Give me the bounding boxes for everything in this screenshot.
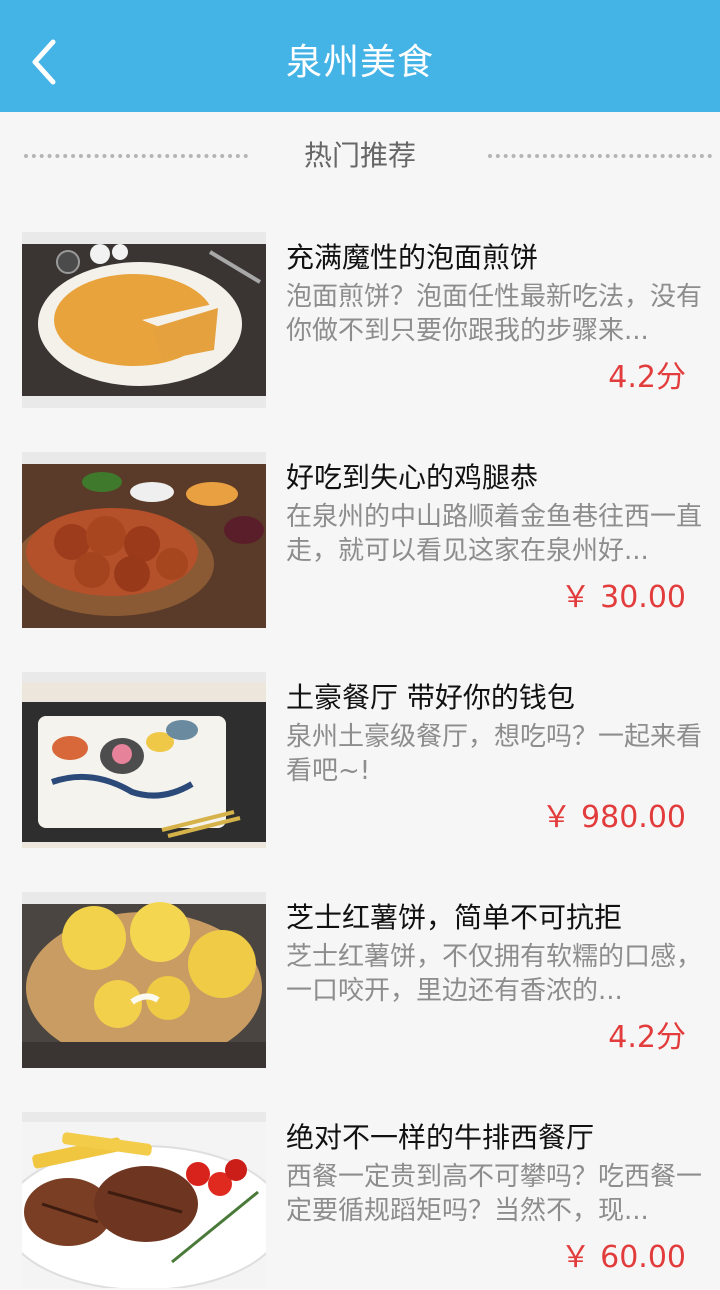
item-description: 芝士红薯饼，不仅拥有软糯的口感，一口咬开，里边还有香浓的... (286, 942, 703, 1006)
food-image-sweet-potato-cake (22, 892, 266, 1068)
food-image-steak (22, 1112, 266, 1288)
list-item[interactable]: 好吃到失心的鸡腿恭 在泉州的中山路顺着金鱼巷往西一直走，就可以看见这家在泉州好.… (0, 440, 720, 630)
page-title: 泉州美食 (285, 42, 434, 83)
item-price: ￥ 980.00 (541, 800, 686, 835)
list-item[interactable]: 绝对不一样的牛排西餐厅 西餐一定贵到高不可攀吗？吃西餐一定要循规蹈矩吗？当然不，… (0, 1100, 720, 1290)
item-price: ￥ 60.00 (560, 1240, 686, 1275)
list-item[interactable]: 充满魔性的泡面煎饼 泡面煎饼？泡面任性最新吃法，没有你做不到只要你跟我的步骤来.… (0, 220, 720, 410)
list-item[interactable]: 土豪餐厅 带好你的钱包 泉州土豪级餐厅，想吃吗？一起来看看吧~! ￥ 980.0… (0, 660, 720, 850)
section-header: 热门推荐 (0, 112, 720, 202)
list-item[interactable]: 芝士红薯饼，简单不可抗拒 芝士红薯饼，不仅拥有软糯的口感，一口咬开，里边还有香浓… (0, 880, 720, 1070)
item-description: 泉州土豪级餐厅，想吃吗？一起来看看吧~! (286, 722, 703, 786)
item-description: 泡面煎饼？泡面任性最新吃法，没有你做不到只要你跟我的步骤来... (286, 282, 703, 346)
app-header: 泉州美食 (0, 14, 720, 112)
item-title: 绝对不一样的牛排西餐厅 (286, 1121, 595, 1154)
item-rating: 4.2分 (608, 1020, 686, 1055)
item-title: 芝士红薯饼，简单不可抗拒 (286, 901, 623, 934)
item-title: 充满魔性的泡面煎饼 (286, 241, 539, 274)
item-description: 西餐一定贵到高不可攀吗？吃西餐一定要循规蹈矩吗？当然不，现... (286, 1162, 703, 1226)
item-rating: 4.2分 (608, 360, 686, 395)
status-bar (0, 0, 720, 14)
food-image-luxury-restaurant (22, 672, 266, 848)
food-image-noodle-pancake (22, 232, 266, 408)
divider-right (488, 154, 712, 158)
item-price: ￥ 30.00 (560, 580, 686, 615)
item-title: 好吃到失心的鸡腿恭 (286, 461, 539, 494)
item-title: 土豪餐厅 带好你的钱包 (286, 681, 575, 714)
food-image-chicken (22, 452, 266, 628)
item-description: 在泉州的中山路顺着金鱼巷往西一直走，就可以看见这家在泉州好... (286, 502, 703, 566)
